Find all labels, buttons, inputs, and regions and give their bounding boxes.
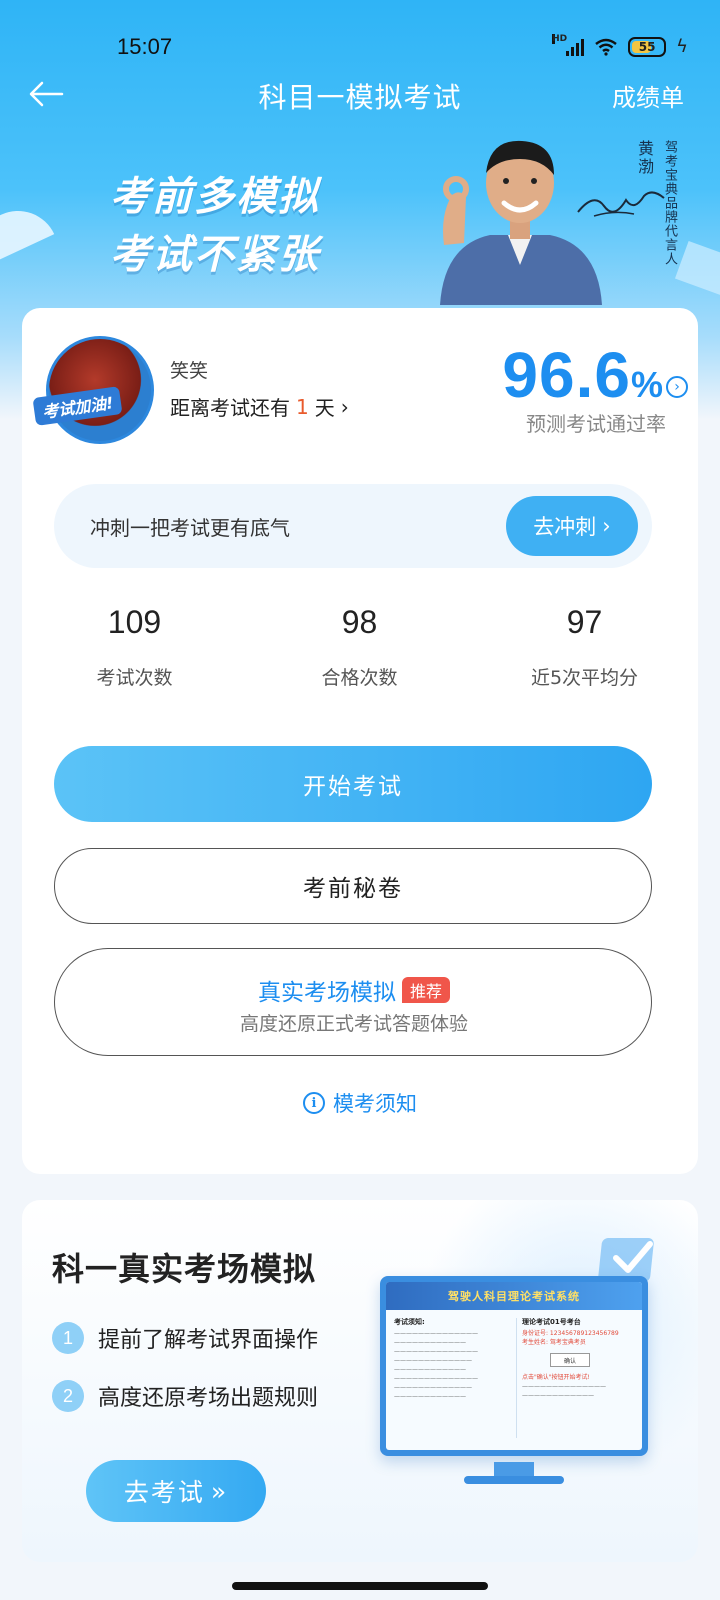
exam-system-monitor-illustration: 驾驶人科目理论考试系统 考试须知: —————————————— ———————… (380, 1236, 660, 1496)
exam-stats: 109 考试次数 98 合格次数 97 近5次平均分 (22, 604, 698, 690)
screen-header: 驾驶人科目理论考试系统 (386, 1282, 642, 1310)
slogan-line-1: 考前多模拟 (110, 174, 320, 220)
chevron-right-icon: › (602, 514, 611, 538)
screen-left-column: 考试须知: —————————————— ———————————— ——————… (394, 1318, 512, 1401)
screen-confirm-button: 确认 (550, 1353, 590, 1367)
pass-rate-value[interactable]: 96.6% (502, 338, 664, 412)
screen-instruction-line: 点击"确认"按钮开始考试! (522, 1374, 590, 1381)
exam-summary-card: 考试加油! 笑笑 距离考试还有 1 天 › 96.6% › 预测考试通过率 冲刺… (22, 308, 698, 1174)
exam-notice-link[interactable]: i 模考须知 (22, 1088, 698, 1118)
stat-value: 98 (341, 604, 378, 640)
username: 笑笑 (170, 360, 209, 382)
promo-feature-1: 1 提前了解考试界面操作 (52, 1322, 318, 1354)
screen-placeholder-line: —————————————— (394, 1375, 478, 1382)
feature-text: 高度还原考场出题规则 (98, 1386, 319, 1411)
decorative-swoosh (0, 197, 55, 273)
status-icons: HD 55 ϟ (552, 33, 688, 57)
real-exam-subtitle: 高度还原正式考试答题体验 (239, 1013, 468, 1035)
feature-text: 提前了解考试界面操作 (98, 1328, 319, 1353)
score-report-link[interactable]: 成绩单 (612, 78, 684, 113)
signature-mark (577, 191, 665, 217)
banner-slogan: 考前多模拟 考试不紧张 (110, 168, 320, 284)
signal-icon: HD (552, 33, 585, 56)
stat-exam-count: 109 考试次数 (22, 604, 247, 690)
start-exam-button[interactable]: 开始考试 (54, 746, 652, 822)
screen-placeholder-line: —————————————— (394, 1348, 478, 1355)
screen-right-title: 理论考试01号考台 (522, 1318, 581, 1326)
stat-label: 合格次数 (321, 667, 398, 689)
screen-name-line: 考生姓名: 驾考宝典考员 (522, 1339, 586, 1346)
slogan-line-2: 考试不紧张 (110, 232, 320, 278)
screen-placeholder-line: ———————————— (394, 1366, 466, 1373)
countdown-days: 1 (296, 394, 309, 419)
screen-divider (516, 1318, 517, 1438)
stat-label: 考试次数 (96, 667, 173, 689)
real-exam-title: 真实考场模拟 推荐 (55, 973, 653, 1007)
go-exam-label: 去考试 (123, 1478, 205, 1507)
screen-left-title: 考试须知: (394, 1318, 425, 1326)
sprint-button-label: 去冲刺 (533, 515, 597, 539)
sprint-banner: 冲刺一把考试更有底气 去冲刺 › (54, 484, 652, 568)
real-exam-simulation-button[interactable]: 真实考场模拟 推荐 高度还原正式考试答题体验 (54, 948, 652, 1056)
network-type: HD (552, 33, 568, 44)
countdown-prefix: 距离考试还有 (170, 396, 290, 420)
screen-right-column: 理论考试01号考台 身份证号: 123456789123456789 考生姓名:… (522, 1318, 640, 1400)
countdown-suffix: 天 (314, 396, 335, 420)
stat-value: 109 (107, 604, 162, 640)
info-icon: i (303, 1092, 325, 1114)
stat-average-score: 97 近5次平均分 (472, 604, 697, 690)
promo-feature-2: 2 高度还原考场出题规则 (52, 1380, 318, 1412)
spokesperson-name: 黄渤 (635, 140, 654, 176)
screen-placeholder-line: —————————————— (522, 1383, 606, 1390)
screen-placeholder-line: ———————————— (522, 1392, 594, 1399)
battery-level: 55 (638, 39, 656, 54)
battery-icon: 55 (628, 36, 667, 57)
exam-countdown[interactable]: 距离考试还有 1 天 › (170, 392, 349, 421)
stat-value: 97 (566, 604, 603, 640)
screen-placeholder-line: ————————————— (394, 1384, 472, 1391)
monitor-screen-content: 驾驶人科目理论考试系统 考试须知: —————————————— ———————… (386, 1282, 642, 1450)
status-time: 15:07 (117, 34, 173, 59)
pass-rate-label: 预测考试通过率 (526, 412, 666, 436)
pass-rate-number: 96.6 (502, 339, 631, 411)
real-exam-promo-card: 科一真实考场模拟 1 提前了解考试界面操作 2 高度还原考场出题规则 去考试 »… (22, 1200, 698, 1562)
double-chevron-right-icon: » (210, 1476, 229, 1506)
real-exam-title-text: 真实考场模拟 (257, 980, 396, 1006)
pass-rate-unit: % (630, 364, 664, 405)
screen-placeholder-line: ————————————— (394, 1357, 472, 1364)
go-exam-button[interactable]: 去考试 » (86, 1460, 266, 1522)
promo-title: 科一真实考场模拟 (52, 1250, 317, 1288)
home-indicator[interactable] (232, 1582, 488, 1590)
monitor-screen: 驾驶人科目理论考试系统 考试须知: —————————————— ———————… (380, 1276, 648, 1456)
monitor-base (464, 1476, 564, 1484)
exam-notice-label: 模考须知 (333, 1092, 417, 1116)
charging-icon: ϟ (676, 36, 688, 57)
feature-number: 1 (52, 1322, 84, 1354)
chevron-right-circle-icon[interactable]: › (666, 376, 688, 398)
screen-placeholder-line: ———————————— (394, 1339, 466, 1346)
recommend-badge: 推荐 (401, 977, 450, 1003)
screen-placeholder-line: —————————————— (394, 1330, 478, 1337)
screen-id-line: 身份证号: 123456789123456789 (522, 1330, 619, 1337)
chevron-right-icon: › (340, 394, 349, 419)
sprint-text: 冲刺一把考试更有底气 (90, 516, 290, 540)
secret-paper-button[interactable]: 考前秘卷 (54, 848, 652, 924)
checkmark-icon (613, 1241, 653, 1273)
stat-label: 近5次平均分 (530, 667, 639, 689)
stat-pass-count: 98 合格次数 (247, 604, 472, 690)
feature-number: 2 (52, 1380, 84, 1412)
wifi-icon (595, 38, 617, 56)
screen-placeholder-line: ———————————— (394, 1393, 466, 1400)
decorative-swoosh (674, 240, 720, 300)
sprint-button[interactable]: 去冲刺 › (506, 496, 638, 556)
